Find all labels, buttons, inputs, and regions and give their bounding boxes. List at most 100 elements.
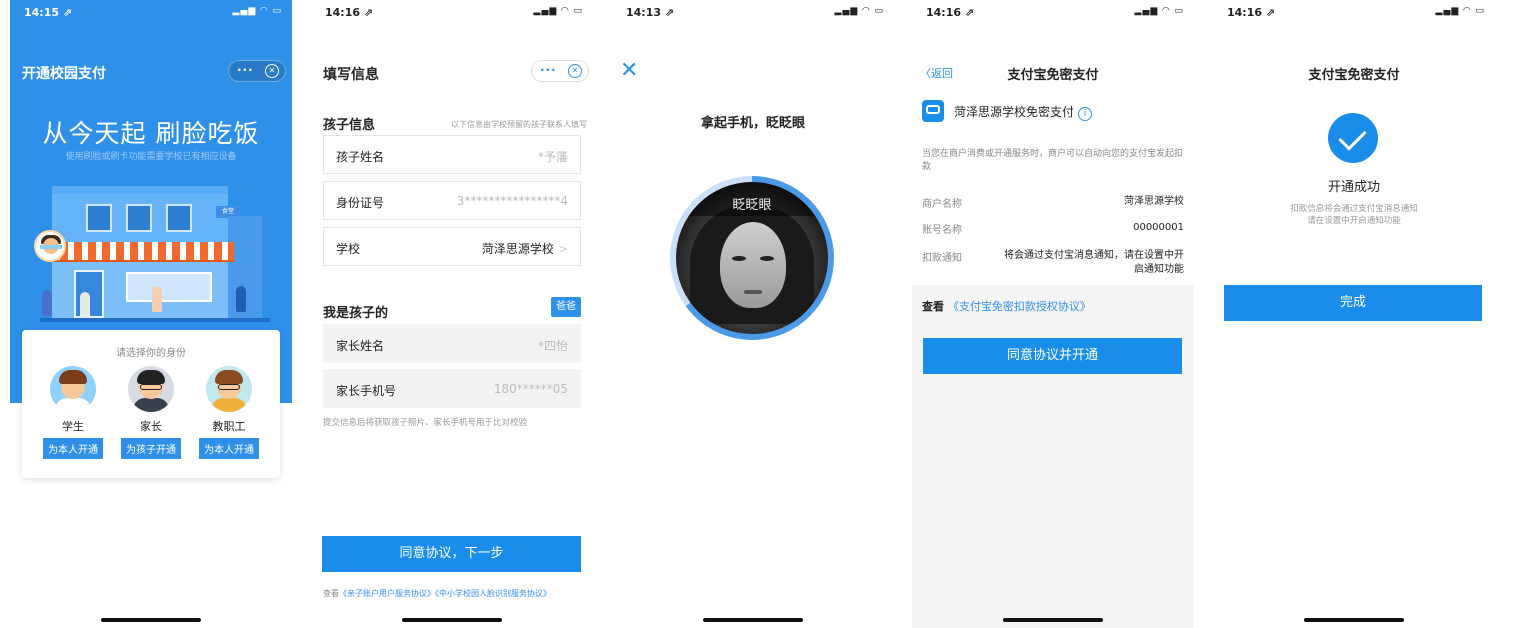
row-value: 00000001 [1133,222,1184,233]
parent-section-title: 我是孩子的 [323,306,389,321]
role-parent: 家长 为孩子开通 [116,366,186,459]
miniapp-capsule: ··· ✕ [531,60,589,82]
role-label: 学生 [62,420,84,433]
open-for-self-button[interactable]: 为本人开通 [199,438,259,459]
parent-phone-field: 家长手机号 180******05 [323,369,581,408]
child-section-title: 孩子信息 [323,118,376,133]
agree-prefix: 查看 [323,589,339,598]
face-scan-icon [34,230,66,262]
id-number-field[interactable]: 身份证号 3****************4 [323,181,581,220]
status-bar: 14:16 ⇗ ▂▄▆ ◠ ▭ [912,0,1194,22]
row-key: 商户名称 [922,199,962,210]
home-indicator [101,618,201,622]
success-note-line2: 请在设置中开启通知功能 [1307,216,1401,226]
close-icon[interactable]: ✕ [620,58,638,83]
relation-selector[interactable]: 爸爸 [551,297,581,317]
field-label: 家长姓名 [336,339,385,353]
screen-success: 14:16 ⇗ ▂▄▆ ◠ ▭ 支付宝免密支付 开通成功 扣款信息将会通过支付宝… [1213,0,1495,628]
status-bar: 14:16 ⇗ ▂▄▆ ◠ ▭ [311,0,593,22]
row-key: 扣款通知 [922,253,962,264]
parent-name-field: 家长姓名 *四怡 [323,324,581,363]
home-indicator [703,618,803,622]
field-label: 学校 [336,242,361,256]
agree-next-button[interactable]: 同意协议，下一步 [322,536,581,572]
field-value: 菏泽思源学校 > [482,240,568,257]
hero-subslogan: 使用刷脸或刷卡功能需要学校已有相应设备 [65,152,237,162]
field-value: *予藩 [537,150,568,164]
status-time: 14:13 ⇗ [626,6,675,19]
page-title: 填写信息 [323,67,379,83]
school-select[interactable]: 学校 菏泽思源学校 > [323,227,581,266]
signal-wifi-battery-icon: ▂▄▆ ◠ ▭ [232,6,282,16]
child-account-agreement-link[interactable]: 《亲子账户用户服务协议》 [339,589,435,598]
field-label: 家长手机号 [336,384,397,398]
open-for-child-button[interactable]: 为孩子开通 [121,438,181,459]
success-check-icon [1328,113,1378,163]
page-title: 支付宝免密支付 [1007,68,1099,83]
authorization-agreement-link[interactable]: 《支付宝免密扣款授权协议》 [948,300,1091,313]
status-time: 14:16 ⇗ [325,6,374,19]
info-icon[interactable]: i [1078,107,1093,121]
face-recognition-agreement-link[interactable]: 《中小学校园人脸识别服务协议》 [435,589,551,598]
student-avatar [50,366,96,412]
close-icon[interactable]: ✕ [568,64,582,78]
signal-wifi-battery-icon: ▂▄▆ ◠ ▭ [1435,6,1485,16]
field-value: 3****************4 [456,194,568,208]
verify-note: 提交信息后将获取孩子照片、家长手机号用于比对校验 [323,418,528,428]
page-title: 开通校园支付 [22,66,106,82]
signal-wifi-battery-icon: ▂▄▆ ◠ ▭ [533,6,583,16]
parent-avatar [128,366,174,412]
field-value: *四怡 [537,339,568,353]
status-bar: 14:13 ⇗ ▂▄▆ ◠ ▭ [612,0,894,22]
status-time: 14:16 ⇗ [926,6,975,19]
home-indicator [1304,618,1404,622]
agree-and-activate-button[interactable]: 同意协议并开通 [923,338,1182,374]
footer-area [912,285,1194,628]
face-banner: 眨眨眼 [676,182,828,216]
view-prefix: 查看 [922,300,944,313]
home-indicator [1003,618,1103,622]
screen-password-free-auth: 14:16 ⇗ ▂▄▆ ◠ ▭ 〈返回 支付宝免密支付 菏泽思源学校免密支付 i … [912,0,1194,628]
face-scan-progress-ring: 眨眨眼 [670,176,834,340]
child-section-hint: 以下信息由学校预留的孩子联系人填写 [451,120,587,129]
merchant-header: 菏泽思源学校免密支付 i [954,103,1093,121]
hero-slogan: 从今天起 刷脸吃饭 [42,119,260,148]
success-title: 开通成功 [1327,180,1380,195]
status-time: 14:16 ⇗ [1227,6,1276,19]
row-value: 菏泽思源学校 [1124,196,1184,207]
child-name-field[interactable]: 孩子姓名 *予藩 [323,135,581,174]
field-label: 孩子姓名 [336,150,385,164]
screen-fill-info: 14:16 ⇗ ▂▄▆ ◠ ▭ 填写信息 ··· ✕ 孩子信息 以下信息由学校预… [311,0,593,628]
status-bar: 14:15 ⇗ ▂▄▆ ◠ ▭ [10,0,292,22]
agreement-line: 查看 《支付宝免密扣款授权协议》 [922,298,1091,314]
more-icon[interactable]: ··· [237,63,254,77]
open-for-self-button[interactable]: 为本人开通 [43,438,103,459]
status-time: 14:15 ⇗ [24,6,73,19]
identity-card: 请选择你的身份 学生 为本人开通 家长 为孩子开通 教职工 为本人开通 [22,330,280,478]
school-name: 菏泽思源学校 [481,242,554,256]
screen-campus-pay-intro: 14:15 ⇗ ▂▄▆ ◠ ▭ 开通校园支付 ··· ✕ 从今天起 刷脸吃饭 使… [10,0,292,628]
signal-wifi-battery-icon: ▂▄▆ ◠ ▭ [834,6,884,16]
blink-prompt: 眨眨眼 [732,198,772,213]
face-camera-preview: 眨眨眼 [676,182,828,334]
auth-description: 当您在商户消费或开通服务时，商户可以自动向您的支付宝发起扣款 [922,149,1184,172]
success-note-line1: 扣款信息将会通过支付宝消息通知 [1290,204,1418,214]
screen-face-scan: 14:13 ⇗ ▂▄▆ ◠ ▭ ✕ 拿起手机，眨眨眼 眨眨眼 [612,0,894,628]
done-button[interactable]: 完成 [1224,285,1482,321]
merchant-title: 菏泽思源学校免密支付 [954,105,1075,119]
staff-avatar [206,366,252,412]
close-icon[interactable]: ✕ [265,64,279,78]
home-indicator [402,618,502,622]
chevron-right-icon: > [557,242,568,256]
role-student: 学生 为本人开通 [38,366,108,459]
more-icon[interactable]: ··· [540,63,557,77]
field-label: 身份证号 [336,196,385,210]
canteen-illustration: 食堂 [40,186,270,331]
scan-instruction: 拿起手机，眨眨眼 [700,116,805,131]
status-bar: 14:16 ⇗ ▂▄▆ ◠ ▭ [1213,0,1495,22]
page-title: 支付宝免密支付 [1308,68,1400,83]
miniapp-capsule: ··· ✕ [228,60,286,82]
role-label: 教职工 [212,420,246,433]
role-label: 家长 [140,420,162,433]
role-staff: 教职工 为本人开通 [194,366,264,459]
